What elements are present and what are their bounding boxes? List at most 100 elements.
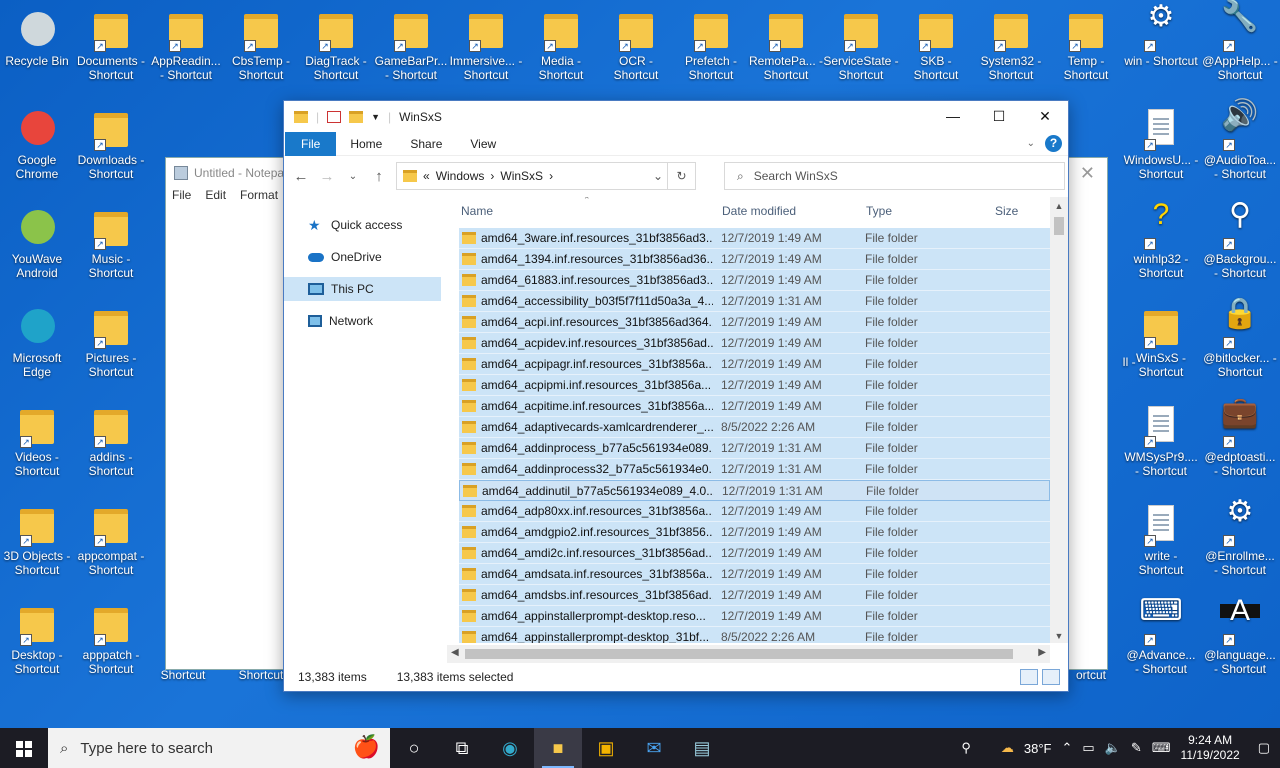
- desktop-icon[interactable]: ↗ 3D Objects - Shortcut: [0, 501, 75, 577]
- file-row[interactable]: amd64_appinstallerprompt-desktop_31bf...…: [459, 627, 1050, 643]
- breadcrumb-winsxs[interactable]: WinSxS: [500, 169, 543, 183]
- desktop-icon[interactable]: ↗ Desktop - Shortcut: [0, 600, 75, 676]
- explorer-window[interactable]: | ▼ | WinSxS — ☐ ✕ File Home Share View …: [283, 100, 1069, 692]
- task-view-icon[interactable]: ⧉: [438, 728, 486, 768]
- notepad-menu-edit[interactable]: Edit: [205, 188, 226, 208]
- desktop-icon[interactable]: ↗ Prefetch - Shortcut: [673, 6, 749, 82]
- refresh-icon[interactable]: ↻: [667, 163, 695, 189]
- desktop-icon[interactable]: YouWave Android: [0, 204, 75, 280]
- desktop-icon[interactable]: A ↗ @language... - Shortcut: [1202, 596, 1278, 677]
- up-icon[interactable]: ↑: [370, 168, 388, 185]
- chevron-up-icon[interactable]: ⌃: [1061, 740, 1072, 756]
- desktop-icon[interactable]: 🔊 ↗ @AudioToa... - Shortcut: [1202, 101, 1278, 182]
- minimize-button[interactable]: —: [930, 101, 976, 131]
- clock[interactable]: 9:24 AM 11/19/2022: [1181, 733, 1240, 763]
- tab-view[interactable]: View: [456, 132, 510, 156]
- desktop-icon[interactable]: ↗ ServiceState - Shortcut: [823, 6, 899, 82]
- desktop-icon[interactable]: ↗ CbsTemp - Shortcut: [223, 6, 299, 82]
- start-button[interactable]: [0, 728, 48, 768]
- notepad-taskbar-icon[interactable]: ▤: [678, 728, 726, 768]
- desktop-icon[interactable]: ↗ Downloads - Shortcut: [73, 105, 149, 181]
- breadcrumb-prefix[interactable]: «: [423, 169, 430, 183]
- people-icon[interactable]: ⚲: [961, 740, 971, 756]
- desktop-icon[interactable]: ⌨ ↗ @Advance... - Shortcut: [1123, 596, 1199, 677]
- notifications-icon[interactable]: ▢: [1258, 740, 1270, 756]
- notepad-menu-file[interactable]: File: [172, 188, 191, 208]
- column-name[interactable]: Name: [461, 204, 493, 218]
- breadcrumb-windows[interactable]: Windows: [436, 169, 485, 183]
- file-row[interactable]: amd64_acpi.inf.resources_31bf3856ad364..…: [459, 312, 1050, 333]
- desktop-icon[interactable]: ↗ Videos - Shortcut: [0, 402, 75, 478]
- properties-icon[interactable]: [327, 110, 342, 123]
- pen-icon[interactable]: ✎: [1131, 740, 1142, 756]
- maximize-button[interactable]: ☐: [976, 101, 1022, 131]
- desktop-icon[interactable]: ↗ WindowsU... - Shortcut: [1123, 105, 1199, 181]
- file-row[interactable]: amd64_acpitime.inf.resources_31bf3856a..…: [459, 396, 1050, 417]
- store-taskbar-icon[interactable]: ▣: [582, 728, 630, 768]
- desktop-icon[interactable]: ↗ GameBarPr... - Shortcut: [373, 6, 449, 82]
- file-row[interactable]: amd64_addinprocess_b77a5c561934e089... 12…: [459, 438, 1050, 459]
- file-row[interactable]: amd64_acpipmi.inf.resources_31bf3856a...…: [459, 375, 1050, 396]
- desktop-icon[interactable]: ↗ SKB - Shortcut: [898, 6, 974, 82]
- mail-taskbar-icon[interactable]: ✉: [630, 728, 678, 768]
- volume-icon[interactable]: 🔈: [1105, 740, 1121, 756]
- recent-locations-icon[interactable]: ⌄: [344, 171, 362, 182]
- new-folder-icon[interactable]: [349, 110, 364, 123]
- scroll-left-icon[interactable]: ◀: [451, 647, 459, 658]
- horizontal-scrollbar[interactable]: ◀ ▶: [447, 645, 1050, 663]
- desktop-icon[interactable]: ↗ Music - Shortcut: [73, 204, 149, 280]
- desktop-icon[interactable]: Microsoft Edge: [0, 303, 75, 379]
- file-row[interactable]: amd64_adp80xx.inf.resources_31bf3856a...…: [459, 501, 1050, 522]
- notepad-menu-format[interactable]: Format: [240, 188, 278, 208]
- desktop-icon[interactable]: ↗ appcompat - Shortcut: [73, 501, 149, 577]
- file-list[interactable]: Name ⌃ Date modified Type Size amd64_3wa…: [455, 197, 1050, 643]
- desktop-icon[interactable]: ↗ Pictures - Shortcut: [73, 303, 149, 379]
- weather-temp[interactable]: 38°F: [1024, 741, 1052, 756]
- column-size[interactable]: Size: [995, 204, 1018, 218]
- network-icon[interactable]: ▭: [1082, 740, 1094, 756]
- tab-home[interactable]: Home: [336, 132, 396, 156]
- desktop-icon[interactable]: ↗ apppatch - Shortcut: [73, 600, 149, 676]
- file-row[interactable]: amd64_1394.inf.resources_31bf3856ad36...…: [459, 249, 1050, 270]
- scroll-up-icon[interactable]: ▲: [1050, 201, 1068, 211]
- desktop-icon[interactable]: 💼 ↗ @edptoasti... - Shortcut: [1202, 398, 1278, 479]
- cortana-icon[interactable]: ○: [390, 728, 438, 768]
- tab-share[interactable]: Share: [396, 132, 456, 156]
- close-button[interactable]: ✕: [1022, 101, 1068, 131]
- desktop-icon[interactable]: ↗ write - Shortcut: [1123, 501, 1199, 577]
- taskbar-search[interactable]: ⌕ Type here to search 🍎: [48, 728, 390, 768]
- scroll-down-icon[interactable]: ▼: [1050, 631, 1068, 641]
- desktop-icon[interactable]: ⚲ ↗ @Backgrou... - Shortcut: [1202, 200, 1278, 281]
- desktop-icon[interactable]: Recycle Bin: [0, 6, 75, 68]
- file-row[interactable]: amd64_amdgpio2.inf.resources_31bf3856...…: [459, 522, 1050, 543]
- file-row[interactable]: amd64_amdsata.inf.resources_31bf3856a...…: [459, 564, 1050, 585]
- desktop-icon[interactable]: ? ↗ winhlp32 - Shortcut: [1123, 200, 1199, 281]
- help-icon[interactable]: ?: [1045, 135, 1062, 152]
- file-row[interactable]: amd64_3ware.inf.resources_31bf3856ad3...…: [459, 228, 1050, 249]
- file-row[interactable]: amd64_addinutil_b77a5c561934e089_4.0... 1…: [459, 480, 1050, 501]
- chevron-right-icon[interactable]: ›: [490, 169, 494, 183]
- nav-quick-access[interactable]: ★ Quick access: [284, 213, 441, 237]
- forward-icon[interactable]: →: [318, 168, 336, 185]
- file-row[interactable]: amd64_addinprocess32_b77a5c561934e0... 12…: [459, 459, 1050, 480]
- desktop-icon[interactable]: ↗ RemotePa... - Shortcut: [748, 6, 824, 82]
- file-row[interactable]: amd64_acpidev.inf.resources_31bf3856ad..…: [459, 333, 1050, 354]
- tab-file[interactable]: File: [285, 131, 337, 156]
- desktop-icon[interactable]: ↗ Media - Shortcut: [523, 6, 599, 82]
- desktop-icon[interactable]: ↗ Temp - Shortcut: [1048, 6, 1124, 82]
- qat-dropdown-icon[interactable]: ▼: [371, 112, 380, 122]
- desktop-icon[interactable]: ↗ Immersive... - Shortcut: [448, 6, 524, 82]
- address-dropdown-icon[interactable]: ⌄: [653, 169, 663, 183]
- large-icons-view-icon[interactable]: [1042, 669, 1060, 685]
- weather-icon[interactable]: ☁: [1001, 740, 1014, 756]
- desktop-icon[interactable]: ↗ DiagTrack - Shortcut: [298, 6, 374, 82]
- desktop-icon[interactable]: ↗ WMSysPr9.... - Shortcut: [1123, 402, 1199, 478]
- scroll-thumb[interactable]: [1054, 217, 1064, 235]
- back-icon[interactable]: ←: [292, 168, 310, 185]
- file-row[interactable]: amd64_amdsbs.inf.resources_31bf3856ad...…: [459, 585, 1050, 606]
- desktop-icon[interactable]: ↗ AppReadin... - Shortcut: [148, 6, 224, 82]
- edge-taskbar-icon[interactable]: ◉: [486, 728, 534, 768]
- file-row[interactable]: amd64_amdi2c.inf.resources_31bf3856ad...…: [459, 543, 1050, 564]
- desktop-icon[interactable]: ⚙ ↗ win - Shortcut: [1123, 2, 1199, 69]
- desktop-icon[interactable]: ↗ Documents - Shortcut: [73, 6, 149, 82]
